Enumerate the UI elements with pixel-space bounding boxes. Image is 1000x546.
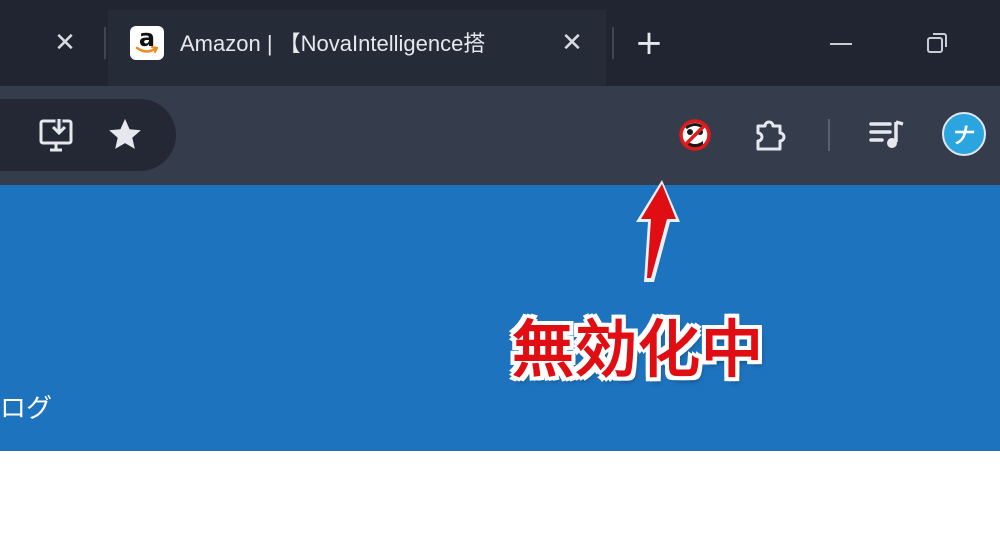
tab-close-icon[interactable]: ✕ [50, 30, 80, 56]
disabled-extension-icon[interactable] [677, 117, 713, 153]
reading-list-icon[interactable] [868, 118, 906, 152]
annotation-label: 無効化中 [512, 313, 765, 386]
install-app-icon[interactable] [38, 116, 76, 154]
annotation-arrow-icon [636, 180, 680, 282]
minimize-icon[interactable] [830, 43, 852, 45]
bookmark-star-icon[interactable] [106, 116, 144, 154]
banner-text[interactable]: ログ [0, 394, 52, 424]
tab-separator [104, 27, 106, 59]
amazon-favicon-icon: a [130, 24, 164, 60]
extensions-puzzle-icon[interactable] [752, 117, 790, 155]
browser-toolbar [0, 86, 1000, 185]
tab-separator [612, 27, 614, 59]
restore-window-icon[interactable] [926, 32, 948, 54]
page-banner [0, 185, 1000, 451]
page-content [0, 451, 1000, 546]
tab-strip: ✕ a Amazon | 【NovaIntelligence搭 ✕ + [0, 0, 1000, 86]
tab-close-icon[interactable]: ✕ [557, 30, 587, 56]
amazon-smile-icon [136, 46, 158, 53]
toolbar-divider [828, 119, 830, 151]
new-tab-button[interactable]: + [632, 26, 666, 60]
tab-title: Amazon | 【NovaIntelligence搭 [180, 30, 536, 60]
browser-window: ✕ a Amazon | 【NovaIntelligence搭 ✕ + ナ ログ… [0, 0, 1000, 546]
profile-avatar[interactable]: ナ [942, 112, 986, 156]
address-bar[interactable] [0, 99, 176, 171]
